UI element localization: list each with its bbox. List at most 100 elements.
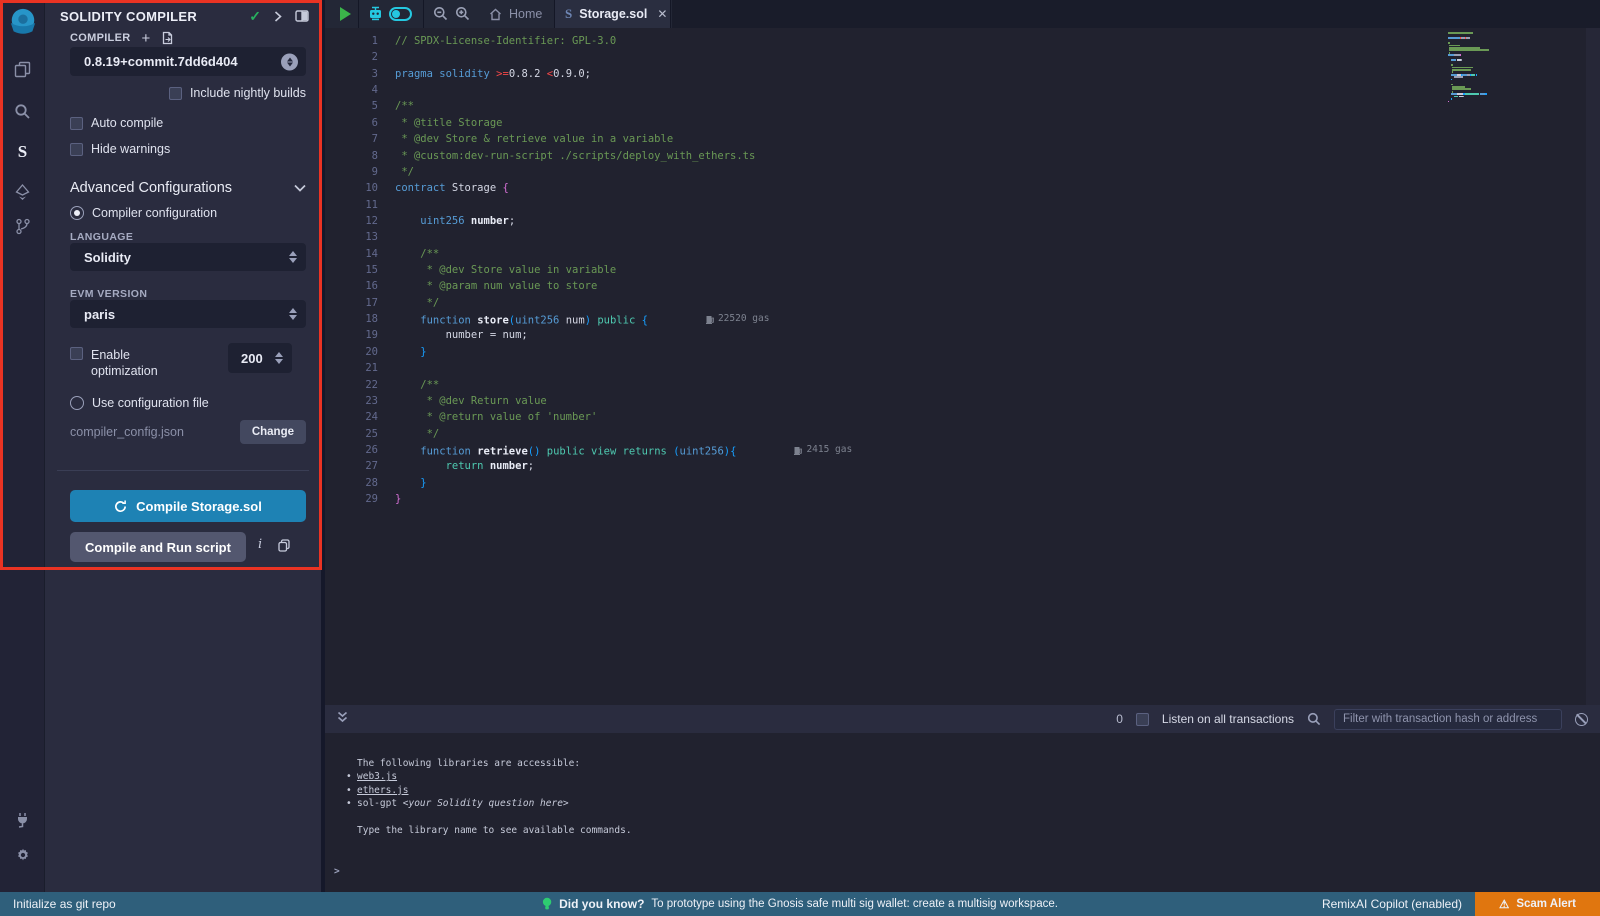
- solidity-compiler-icon[interactable]: S: [0, 133, 45, 171]
- terminal-prompt[interactable]: >: [334, 865, 340, 878]
- zoom-out-icon[interactable]: [433, 6, 448, 26]
- code-line: 17 */: [325, 295, 1490, 311]
- compile-button[interactable]: Compile Storage.sol: [70, 490, 306, 522]
- code-text: /**: [395, 246, 439, 262]
- minimap-line: [1448, 100, 1540, 102]
- code-text: number = num;: [395, 327, 528, 343]
- transaction-filter-input[interactable]: [1334, 709, 1562, 730]
- tip-title: Did you know?: [559, 897, 644, 911]
- run-script-play-icon[interactable]: [340, 7, 351, 21]
- terminal-line: The following libraries are accessible:: [325, 757, 1600, 770]
- split-view-icon[interactable]: [295, 10, 309, 22]
- code-editor[interactable]: 1// SPDX-License-Identifier: GPL-3.023pr…: [325, 28, 1600, 705]
- file-explorer-icon[interactable]: [0, 50, 45, 88]
- add-compiler-icon[interactable]: +: [141, 33, 150, 44]
- version-stepper-icon: [281, 53, 298, 70]
- terminal-line: •sol-gpt <your Solidity question here>: [325, 797, 1600, 810]
- line-number: 28: [325, 475, 378, 491]
- include-nightly-label: Include nightly builds: [190, 86, 306, 100]
- compile-and-run-button[interactable]: Compile and Run script: [70, 532, 246, 562]
- gas-estimate-badge: 22520 gas: [706, 311, 769, 327]
- line-number: 3: [325, 66, 378, 82]
- hide-warnings-checkbox[interactable]: [70, 143, 83, 156]
- chevron-right-icon[interactable]: [274, 11, 282, 22]
- line-number: 8: [325, 148, 378, 164]
- line-number: 27: [325, 458, 378, 474]
- terminal-link[interactable]: ethers.js: [357, 785, 408, 796]
- compiled-check-icon: ✓: [249, 8, 261, 25]
- code-text: * @dev Store & retrieve value in a varia…: [395, 131, 673, 147]
- editor-scrollbar[interactable]: [1586, 28, 1600, 705]
- init-git-repo-button[interactable]: Initialize as git repo: [13, 897, 116, 911]
- chevron-down-icon: [294, 184, 306, 192]
- remix-logo[interactable]: [8, 7, 38, 37]
- code-line: 24 * @return value of 'number': [325, 409, 1490, 425]
- open-file-icon[interactable]: [161, 31, 174, 45]
- code-text: * @custom:dev-run-script ./scripts/deplo…: [395, 148, 755, 164]
- search-icon[interactable]: [0, 92, 45, 130]
- line-number: 9: [325, 164, 378, 180]
- line-number: 11: [325, 197, 378, 213]
- tab-storage-sol[interactable]: S Storage.sol ✕: [554, 0, 671, 28]
- git-icon[interactable]: [0, 207, 45, 245]
- terminal-header: 0 Listen on all transactions: [325, 705, 1600, 733]
- terminal[interactable]: The following libraries are accessible:•…: [325, 733, 1600, 892]
- terminal-link[interactable]: web3.js: [357, 771, 397, 782]
- advanced-configurations-toggle[interactable]: Advanced Configurations: [70, 180, 306, 196]
- use-configuration-file-radio[interactable]: [70, 396, 84, 410]
- line-number: 12: [325, 213, 378, 229]
- warning-icon: ⚠: [1499, 897, 1509, 911]
- clear-console-icon[interactable]: [1575, 713, 1588, 726]
- line-number: 7: [325, 131, 378, 147]
- double-chevron-down-icon[interactable]: [337, 710, 348, 728]
- transaction-count: 0: [1116, 712, 1123, 726]
- listen-transactions-checkbox[interactable]: [1136, 713, 1149, 726]
- line-number: 22: [325, 377, 378, 393]
- deploy-run-icon[interactable]: [0, 173, 45, 211]
- auto-compile-checkbox[interactable]: [70, 117, 83, 130]
- code-line: 21: [325, 360, 1490, 376]
- code-text: */: [395, 426, 439, 442]
- remixai-toggle[interactable]: [389, 7, 412, 21]
- enable-optimization-checkbox[interactable]: [70, 347, 83, 360]
- line-number: 1: [325, 33, 378, 49]
- line-number: 5: [325, 98, 378, 114]
- compiler-version-select[interactable]: 0.8.19+commit.7dd6d404: [70, 47, 306, 76]
- config-file-name[interactable]: compiler_config.json: [70, 425, 184, 439]
- home-icon: [489, 8, 502, 21]
- tab-home[interactable]: Home: [477, 0, 554, 28]
- language-select[interactable]: Solidity: [70, 243, 306, 271]
- optimization-runs-input[interactable]: 200: [228, 343, 292, 373]
- evm-version-select[interactable]: paris: [70, 300, 306, 328]
- bullet: •: [346, 770, 352, 783]
- line-number: 13: [325, 229, 378, 245]
- code-line: 15 * @dev Store value in variable: [325, 262, 1490, 278]
- compiler-configuration-radio[interactable]: [70, 206, 84, 220]
- code-text: contract Storage {: [395, 180, 509, 196]
- copy-icon[interactable]: [278, 539, 290, 557]
- zoom-in-icon[interactable]: [455, 6, 470, 26]
- code-text: // SPDX-License-Identifier: GPL-3.0: [395, 33, 616, 49]
- change-config-button[interactable]: Change: [240, 420, 306, 444]
- code-line: 1 // SPDX-License-Identifier: GPL-3.0: [325, 33, 1490, 49]
- plugin-manager-icon[interactable]: [0, 800, 45, 838]
- info-icon[interactable]: i: [258, 537, 262, 552]
- runs-stepper-icon: [275, 352, 283, 364]
- code-line: 11: [325, 197, 1490, 213]
- line-number: 20: [325, 344, 378, 360]
- close-tab-icon[interactable]: ✕: [657, 7, 667, 21]
- code-text: uint256 number;: [395, 213, 515, 229]
- copilot-status[interactable]: RemixAI Copilot (enabled): [1322, 897, 1462, 911]
- editor-minimap[interactable]: [1448, 32, 1540, 103]
- code-line: 26 function retrieve() public view retur…: [325, 442, 1490, 458]
- line-number: 14: [325, 246, 378, 262]
- settings-gear-icon[interactable]: [0, 836, 45, 874]
- code-line: 23 * @dev Return value: [325, 393, 1490, 409]
- remixai-robot-icon[interactable]: [367, 5, 384, 27]
- scam-alert-button[interactable]: ⚠ Scam Alert: [1475, 892, 1600, 916]
- line-number: 25: [325, 426, 378, 442]
- code-line: 22 /**: [325, 377, 1490, 393]
- editor-toolbar: Home S Storage.sol ✕: [325, 0, 1600, 28]
- code-text: /**: [395, 98, 414, 114]
- include-nightly-checkbox[interactable]: [169, 87, 182, 100]
